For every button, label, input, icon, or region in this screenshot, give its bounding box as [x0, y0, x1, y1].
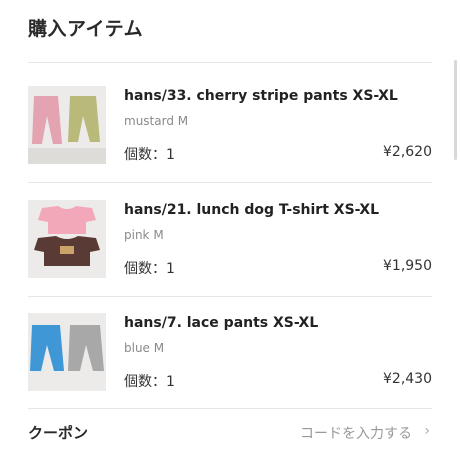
item-variant: mustard M [124, 114, 189, 128]
pants-photo-icon [28, 86, 106, 164]
item-price: ¥2,430 [383, 371, 432, 387]
item-price: ¥1,950 [383, 258, 432, 274]
item-quantity: 個数：1 [124, 261, 175, 277]
divider [28, 182, 432, 183]
product-thumbnail[interactable] [28, 86, 106, 164]
pants-photo-icon [28, 313, 106, 391]
divider [28, 296, 432, 297]
item-variant: pink M [124, 228, 164, 242]
list-item[interactable]: hans/7. lace pants XS-XL blue M 個数：1 ¥2,… [28, 313, 432, 409]
item-price: ¥2,620 [383, 144, 432, 160]
chevron-right-icon[interactable]: › [424, 423, 430, 439]
list-item[interactable]: hans/21. lunch dog T-shirt XS-XL pink M … [28, 200, 432, 296]
coupon-row[interactable]: クーポン コードを入力する › [28, 408, 432, 460]
item-quantity: 個数：1 [124, 147, 175, 163]
tshirt-photo-icon [28, 200, 106, 278]
enter-code-link[interactable]: コードを入力する [300, 423, 412, 443]
scrollbar[interactable] [454, 60, 457, 160]
list-item[interactable]: hans/33. cherry stripe pants XS-XL musta… [28, 86, 432, 182]
item-name[interactable]: hans/7. lace pants XS-XL [124, 315, 318, 331]
item-name[interactable]: hans/33. cherry stripe pants XS-XL [124, 88, 398, 104]
item-quantity: 個数：1 [124, 374, 175, 390]
coupon-label: クーポン [28, 424, 89, 442]
divider [28, 62, 432, 63]
item-name[interactable]: hans/21. lunch dog T-shirt XS-XL [124, 202, 379, 218]
product-thumbnail[interactable] [28, 200, 106, 278]
purchase-items-title: 購入アイテム [28, 18, 144, 40]
product-thumbnail[interactable] [28, 313, 106, 391]
item-variant: blue M [124, 341, 165, 355]
